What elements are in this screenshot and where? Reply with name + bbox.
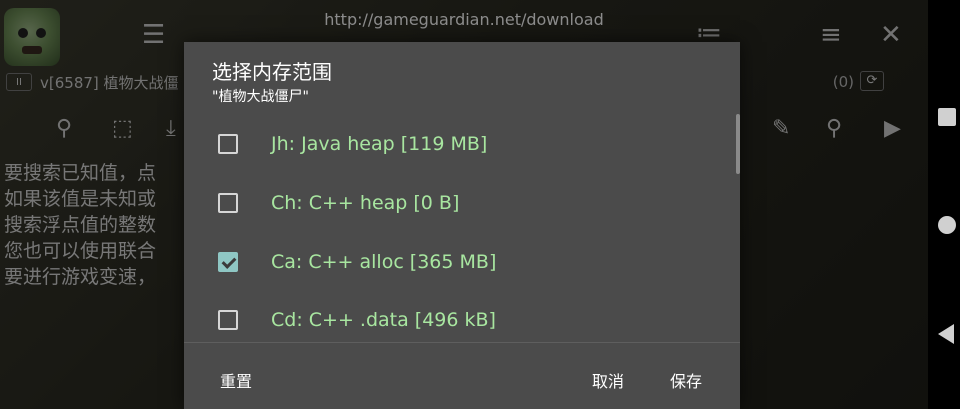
- reset-button[interactable]: 重置: [220, 368, 252, 392]
- option-cpp-heap[interactable]: Ch: C++ heap [0 B]: [184, 173, 724, 233]
- option-label: Ca: C++ alloc [365 MB]: [271, 251, 497, 273]
- dialog-title: 选择内存范围: [212, 60, 332, 84]
- checkbox[interactable]: [218, 134, 238, 154]
- scrollbar[interactable]: [736, 114, 740, 174]
- home-icon[interactable]: [938, 216, 956, 234]
- back-icon[interactable]: [938, 324, 954, 344]
- cancel-button[interactable]: 取消: [592, 368, 624, 392]
- divider: [184, 342, 740, 343]
- option-cpp-data[interactable]: Cd: C++ .data [496 kB]: [184, 290, 724, 350]
- checkbox-checked[interactable]: [218, 252, 238, 272]
- checkbox[interactable]: [218, 310, 238, 330]
- option-java-heap[interactable]: Jh: Java heap [119 MB]: [184, 114, 724, 174]
- option-label: Jh: Java heap [119 MB]: [271, 133, 488, 155]
- dialog-subtitle: "植物大战僵尸": [212, 89, 309, 105]
- save-button[interactable]: 保存: [670, 368, 702, 392]
- checkbox[interactable]: [218, 193, 238, 213]
- option-label: Ch: C++ heap [0 B]: [271, 192, 460, 214]
- navigation-bar: [928, 0, 960, 409]
- recents-icon[interactable]: [938, 108, 956, 126]
- option-cpp-alloc[interactable]: Ca: C++ alloc [365 MB]: [184, 232, 724, 292]
- memory-range-dialog: 选择内存范围 "植物大战僵尸" Jh: Java heap [119 MB] C…: [184, 42, 740, 409]
- option-label: Cd: C++ .data [496 kB]: [271, 309, 496, 331]
